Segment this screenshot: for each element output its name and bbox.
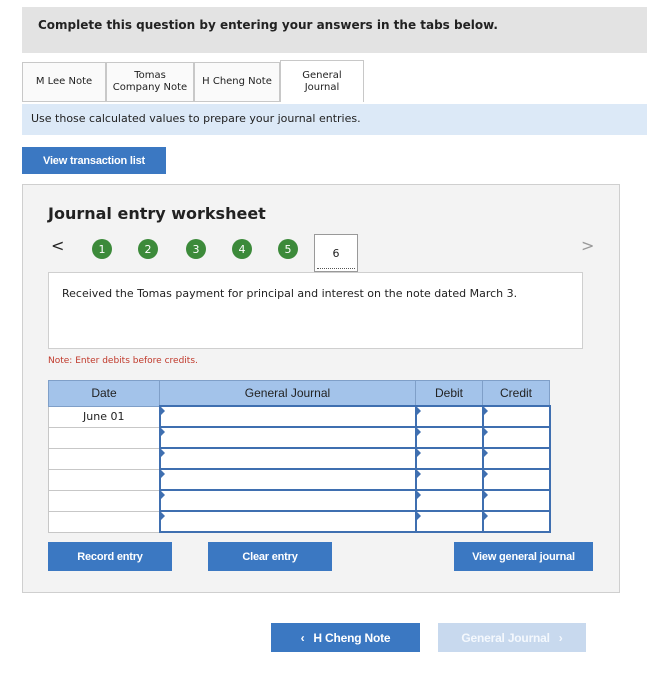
table-row [48, 489, 551, 512]
worksheet-title: Journal entry worksheet [48, 204, 266, 223]
view-general-journal-button[interactable]: View general journal [454, 542, 593, 571]
debit-input[interactable] [414, 426, 484, 449]
tab-label-line2: Company Note [112, 82, 188, 93]
description-text: Received the Tomas payment for principal… [62, 287, 518, 300]
tab-h-cheng-note[interactable]: H Cheng Note [194, 62, 280, 102]
tab-label: H Cheng Note [202, 76, 272, 87]
tab-label: M Lee Note [35, 76, 93, 87]
credit-input[interactable] [481, 447, 551, 470]
tab-m-lee-note[interactable]: M Lee Note [22, 62, 106, 102]
tab-tomas-company-note[interactable]: Tomas Company Note [106, 62, 194, 102]
banner-text: Complete this question by entering your … [38, 18, 498, 32]
credit-input[interactable] [481, 489, 551, 512]
view-transaction-list-button[interactable]: View transaction list [22, 147, 166, 174]
credit-input[interactable] [481, 468, 551, 491]
next-tab-button-disabled[interactable]: General Journal › [438, 623, 586, 652]
header-date: Date [48, 380, 160, 407]
step-5[interactable]: 5 [278, 239, 298, 259]
step-4[interactable]: 4 [232, 239, 252, 259]
active-step-label: 6 [332, 246, 340, 260]
debit-input[interactable] [414, 405, 484, 428]
instruction-bar: Use those calculated values to prepare y… [22, 104, 647, 135]
journal-table: Date General Journal Debit Credit June 0… [48, 380, 551, 533]
clear-entry-button[interactable]: Clear entry [208, 542, 332, 571]
table-header-row: Date General Journal Debit Credit [48, 380, 550, 407]
chevron-left-icon: ‹ [300, 630, 305, 645]
date-cell [48, 510, 160, 533]
account-input[interactable] [158, 468, 417, 491]
debit-input[interactable] [414, 489, 484, 512]
table-row [48, 426, 551, 449]
date-cell [48, 426, 160, 449]
debits-credits-note: Note: Enter debits before credits. [48, 356, 198, 366]
tab-label-line1: Tomas [134, 70, 166, 81]
journal-entry-worksheet: Journal entry worksheet < 1 2 3 4 5 6 > … [22, 184, 620, 593]
transaction-description: Received the Tomas payment for principal… [48, 272, 583, 349]
step-1[interactable]: 1 [92, 239, 112, 259]
instruction-text: Use those calculated values to prepare y… [31, 112, 361, 125]
credit-input[interactable] [481, 426, 551, 449]
step-2[interactable]: 2 [138, 239, 158, 259]
chevron-right-icon: › [558, 630, 563, 645]
table-row [48, 447, 551, 470]
account-input[interactable] [158, 510, 417, 533]
instructions-banner: Complete this question by entering your … [22, 7, 647, 53]
debit-input[interactable] [414, 510, 484, 533]
record-entry-button[interactable]: Record entry [48, 542, 172, 571]
credit-input[interactable] [481, 405, 551, 428]
account-input[interactable] [158, 405, 417, 428]
header-debit: Debit [415, 380, 483, 407]
next-tab-label: General Journal [461, 630, 550, 645]
account-input[interactable] [158, 447, 417, 470]
date-cell: June 01 [48, 405, 160, 428]
next-entry-arrow-icon[interactable]: > [581, 236, 594, 255]
account-input[interactable] [158, 426, 417, 449]
tab-general-journal[interactable]: General Journal [280, 60, 364, 102]
table-row [48, 510, 551, 533]
tab-label-line2: Journal [304, 81, 340, 93]
table-row [48, 468, 551, 491]
header-credit: Credit [482, 380, 550, 407]
header-general-journal: General Journal [159, 380, 416, 407]
tab-label-line1: General [302, 69, 342, 81]
date-cell [48, 468, 160, 491]
step-3[interactable]: 3 [186, 239, 206, 259]
prev-tab-label: H Cheng Note [313, 630, 391, 645]
account-input[interactable] [158, 489, 417, 512]
debit-input[interactable] [414, 468, 484, 491]
date-cell [48, 447, 160, 470]
prev-entry-arrow-icon[interactable]: < [51, 236, 64, 255]
table-row: June 01 [48, 405, 551, 428]
prev-tab-button[interactable]: ‹ H Cheng Note [271, 623, 420, 652]
date-cell [48, 489, 160, 512]
credit-input[interactable] [481, 510, 551, 533]
step-6-active[interactable]: 6 [314, 234, 358, 272]
debit-input[interactable] [414, 447, 484, 470]
